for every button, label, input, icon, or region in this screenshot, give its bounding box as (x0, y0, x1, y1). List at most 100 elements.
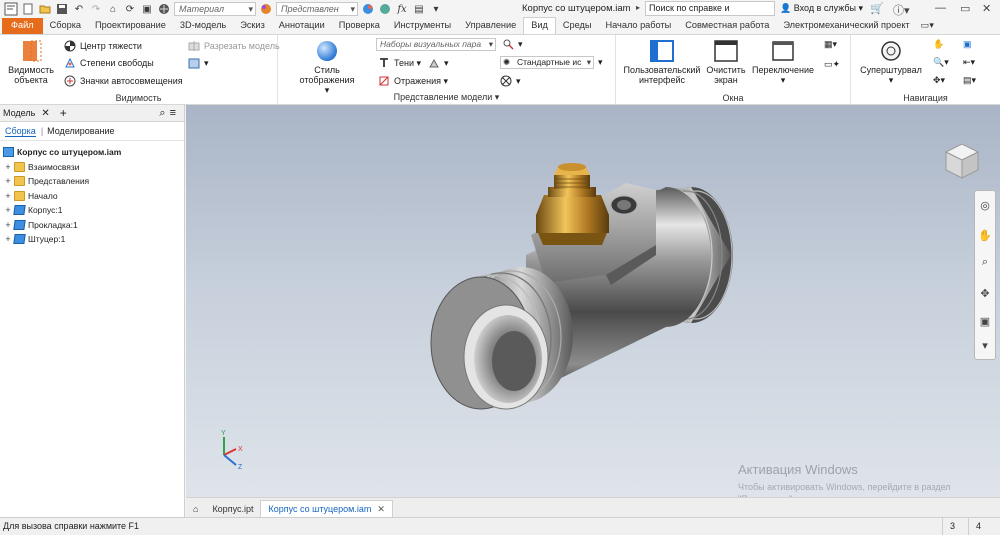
close-icon[interactable]: ✕ (982, 2, 991, 15)
nav-orbit-icon[interactable]: ✥ (978, 287, 992, 301)
nav-zoom-icon[interactable]: ⌕ (978, 255, 992, 269)
tab-annotate[interactable]: Аннотации (272, 18, 332, 34)
tree-item-gasket[interactable]: + Прокладка:1 (0, 218, 184, 233)
parameters-fx-icon[interactable]: fx (395, 2, 409, 16)
tree-item-body[interactable]: + Корпус:1 (0, 203, 184, 218)
tree-item-origin[interactable]: + Начало (0, 189, 184, 204)
clean-screen-button[interactable]: Очистить экран (704, 39, 748, 85)
cart-icon[interactable]: 🛒 (870, 2, 884, 15)
expand-icon[interactable]: + (4, 162, 12, 172)
select-icon[interactable]: ▣ (140, 2, 154, 16)
restore-icon[interactable]: ▭ (960, 2, 970, 15)
ribbon-options-button[interactable]: ▭▾ (917, 18, 938, 34)
nav-pan-icon[interactable]: ✋ (978, 229, 992, 243)
minimize-icon[interactable]: — (935, 2, 946, 14)
steering-wheel-button[interactable]: Суперштурвал ▾ (857, 39, 925, 85)
tab-environments[interactable]: Среды (556, 18, 599, 34)
ribbon-tabs: Файл Сборка Проектирование 3D-модель Эск… (0, 17, 1000, 35)
visual-style-button[interactable]: Стиль отображения ▾ (286, 39, 368, 95)
arrange-windows-button[interactable]: ▦▾ (824, 39, 837, 50)
tab-file[interactable]: Файл (2, 18, 43, 34)
material-dropdown[interactable]: Материал (174, 2, 256, 16)
shadows-button[interactable]: Тени ▾ (378, 57, 421, 69)
sign-in-button[interactable]: 👤 Вход в службы ▾ (780, 3, 863, 14)
tab-design[interactable]: Проектирование (88, 18, 173, 34)
center-of-gravity-button[interactable]: Центр тяжести (64, 40, 142, 52)
expand-icon[interactable]: + (4, 191, 12, 201)
switch-window-button[interactable]: Переключение ▾ (750, 39, 816, 85)
color-override-icon[interactable] (361, 2, 375, 16)
nav-wheel-icon[interactable]: ◎ (978, 199, 992, 213)
new-window-button[interactable]: ▭✦ (824, 59, 840, 70)
view-cube[interactable] (944, 143, 980, 179)
undo-icon[interactable]: ↶ (72, 2, 86, 16)
tab-assemble[interactable]: Сборка (43, 18, 88, 34)
auto-constraint-icons-button[interactable]: Значки автосовмещения (64, 75, 183, 87)
tab-sketch[interactable]: Эскиз (233, 18, 272, 34)
tree-item-representations[interactable]: + Представления (0, 174, 184, 189)
tab-electromechanical[interactable]: Электромеханический проект (776, 18, 916, 34)
tree-root[interactable]: Корпус со штуцером.iam (0, 145, 184, 160)
tab-collaborate[interactable]: Совместная работа (678, 18, 776, 34)
object-visibility-button[interactable]: Видимость объекта (6, 39, 56, 85)
home-tab[interactable]: ⌂ (186, 500, 205, 517)
app-logo-icon[interactable] (4, 2, 18, 16)
clear-appearance-icon[interactable] (378, 2, 392, 16)
expand-icon[interactable]: + (4, 176, 12, 186)
zoom-button[interactable]: 🔍▾ (933, 57, 949, 68)
browser-close-icon[interactable]: ✕ (41, 108, 49, 119)
ray-tracing-button[interactable]: ▾ (500, 75, 521, 87)
browser-tab-modeling[interactable]: Моделирование (47, 126, 114, 136)
tab-manage[interactable]: Управление (458, 18, 523, 34)
tree-item-relationships[interactable]: + Взаимосвязи (0, 160, 184, 175)
half-section-button[interactable]: ▾ (188, 57, 209, 69)
ambient-shadows-button[interactable]: ▾ (428, 57, 449, 69)
browser-search-menu[interactable]: ⌕≡ (159, 107, 180, 120)
tab-get-started[interactable]: Начало работы (599, 18, 679, 34)
graphics-viewport[interactable]: Y X Z ◎ ✋ ⌕ ✥ ▣ ▾ Активация Windows Чтоб… (186, 105, 1000, 497)
tab-view[interactable]: Вид (523, 17, 556, 34)
view-cube-button[interactable]: ▤▾ (963, 75, 976, 86)
tab-3d-model[interactable]: 3D-модель (173, 18, 233, 34)
orbit-button[interactable]: ✥▾ (933, 75, 945, 86)
open-file-icon[interactable] (38, 2, 52, 16)
nav-customize-icon[interactable]: ▾ (978, 339, 992, 353)
help-arrow-icon: ▸ (636, 3, 641, 12)
look-at-button[interactable]: ▣ (963, 39, 972, 50)
nav-look-at-icon[interactable]: ▣ (978, 315, 992, 329)
doc-tab-body-part[interactable]: Корпус.ipt (205, 500, 260, 517)
update-icon[interactable]: ⟳ (123, 2, 137, 16)
menu-icon[interactable]: ≡ (170, 107, 180, 119)
save-icon[interactable] (55, 2, 69, 16)
tab-tools[interactable]: Инструменты (387, 18, 458, 34)
user-interface-button[interactable]: Пользовательский интерфейс (622, 39, 702, 85)
ilogic-icon[interactable]: ▤ (412, 2, 426, 16)
lighting-settings-button[interactable]: ▾ (598, 57, 603, 68)
help-search-input[interactable]: Поиск по справке и командам... (645, 1, 775, 26)
customize-quick-access-icon[interactable]: ▾ (429, 2, 443, 16)
browser-tab-assembly[interactable]: Сборка (5, 126, 36, 137)
new-file-icon[interactable] (21, 2, 35, 16)
redo-icon[interactable]: ↷ (89, 2, 103, 16)
slice-model-button[interactable]: Разрезать модель (188, 40, 280, 52)
model-render[interactable]: Y X Z (186, 105, 1000, 497)
tab-inspect[interactable]: Проверка (332, 18, 387, 34)
lighting-style-dropdown[interactable]: ✺ Стандартные ис (500, 56, 594, 69)
tree-item-fitting[interactable]: + Штуцер:1 (0, 232, 184, 247)
pan-button[interactable]: ✋ (933, 39, 944, 50)
doc-tab-assembly[interactable]: Корпус со штуцером.iam ✕ (260, 500, 393, 517)
expand-icon[interactable]: + (4, 234, 12, 244)
expand-icon[interactable]: + (4, 205, 12, 215)
visual-style-presets-dropdown[interactable]: Наборы визуальных пара (376, 38, 496, 51)
previous-view-button[interactable]: ⇤▾ (963, 57, 975, 68)
appearance-dropdown[interactable]: Представлен (276, 2, 358, 16)
search-icon[interactable]: ⌕ (159, 107, 169, 119)
browser-add-icon[interactable]: + (60, 106, 67, 120)
help-icon[interactable]: ⓘ▾ (893, 2, 910, 18)
expand-icon[interactable]: + (4, 220, 12, 230)
doc-tab-close-icon[interactable]: ✕ (377, 501, 385, 517)
reflections-button[interactable]: Отражения ▾ (378, 75, 448, 87)
ground-plane-button[interactable]: ▾ (502, 38, 523, 50)
home-icon[interactable]: ⌂ (106, 2, 120, 16)
degrees-of-freedom-button[interactable]: Степени свободы (64, 57, 154, 69)
